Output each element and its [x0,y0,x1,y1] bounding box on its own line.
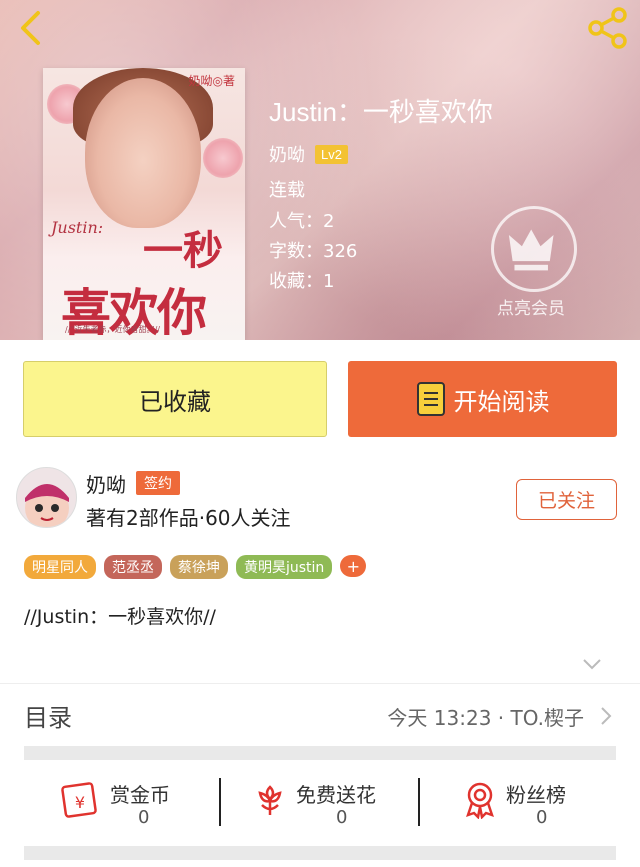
author-name[interactable]: 奶呦 [269,141,305,167]
section-divider [24,746,616,760]
share-icon[interactable] [586,6,630,50]
favorite-button[interactable]: 已收藏 [23,361,327,437]
cover-flower-decoration [203,138,243,178]
level-badge: Lv2 [315,144,348,164]
cover-title-script: Justin: [51,218,104,237]
tag-item[interactable]: 蔡徐坤 [170,555,228,579]
book-icon [416,382,445,416]
author-avatar[interactable] [16,467,77,528]
send-flower-button[interactable]: 免费送花 0 [250,775,400,831]
section-divider [24,846,616,860]
tag-list: 明星同人 范丞丞 蔡徐坤 黄明昊justin + [24,555,367,579]
coin-envelope-icon: ¥ [61,782,97,818]
book-cover[interactable]: 奶呦◎著 Justin: 一秒 喜欢你 //“近朱者赤，近你者甜。”// [43,68,245,340]
follow-button[interactable]: 已关注 [516,479,617,520]
tag-item[interactable]: 明星同人 [24,555,96,579]
status-text: 连载 [269,180,305,201]
word-count-text: 字数：326 [269,241,358,262]
book-header: 奶呦◎著 Justin: 一秒 喜欢你 //“近朱者赤，近你者甜。”// Jus… [0,0,640,340]
popularity-text: 人气：2 [269,211,335,232]
add-tag-button[interactable]: + [340,555,367,577]
cover-title-line1: 一秒 [143,227,223,274]
flower-icon [258,785,282,815]
chevron-right-icon [601,707,612,725]
vip-label[interactable]: 点亮会员 [497,294,565,319]
reward-coins-button[interactable]: ¥ 赏金币 0 [60,775,200,831]
flower-label: 免费送花 [296,783,376,807]
separator [418,778,420,826]
vip-button[interactable] [491,206,577,292]
tag-item[interactable]: 黄明昊justin [236,555,333,579]
favorite-button-label: 已收藏 [139,387,211,416]
toc-label: 目录 [24,704,72,732]
book-intro: //Justin：一秒喜欢你// [24,606,216,628]
start-reading-label: 开始阅读 [453,387,550,416]
cover-author-mark: 奶呦◎著 [188,74,235,88]
tag-item[interactable]: 范丞丞 [104,555,162,579]
reward-label: 赏金币 [110,783,170,807]
author-row: 奶呦 Lv2 [269,141,348,167]
crown-icon [508,229,554,271]
fans-count: 0 [536,807,548,828]
svg-text:¥: ¥ [75,793,85,812]
latest-chapter: 今天 13:23 · TO.楔子 [387,706,584,730]
reward-count: 0 [138,807,150,828]
separator [219,778,221,826]
start-reading-button[interactable]: 开始阅读 [348,361,617,437]
favorites-text: 收藏：1 [269,271,335,292]
medal-icon [466,782,494,819]
fans-ranking-button[interactable]: 粉丝榜 0 [460,775,590,831]
back-icon[interactable] [12,8,52,48]
book-title: Justin：一秒喜欢你 [269,97,493,127]
cover-portrait [85,78,201,228]
author-card-name[interactable]: 奶呦 [86,469,126,498]
table-of-contents-row[interactable]: 目录 今天 13:23 · TO.楔子 [0,684,640,746]
author-stats: 著有2部作品·60人关注 [86,506,291,530]
fans-label: 粉丝榜 [506,783,566,807]
chevron-down-icon[interactable] [582,657,602,671]
cover-tagline: //“近朱者赤，近你者甜。”// [65,325,160,334]
flower-count: 0 [336,807,348,828]
signed-badge: 签约 [136,471,180,495]
